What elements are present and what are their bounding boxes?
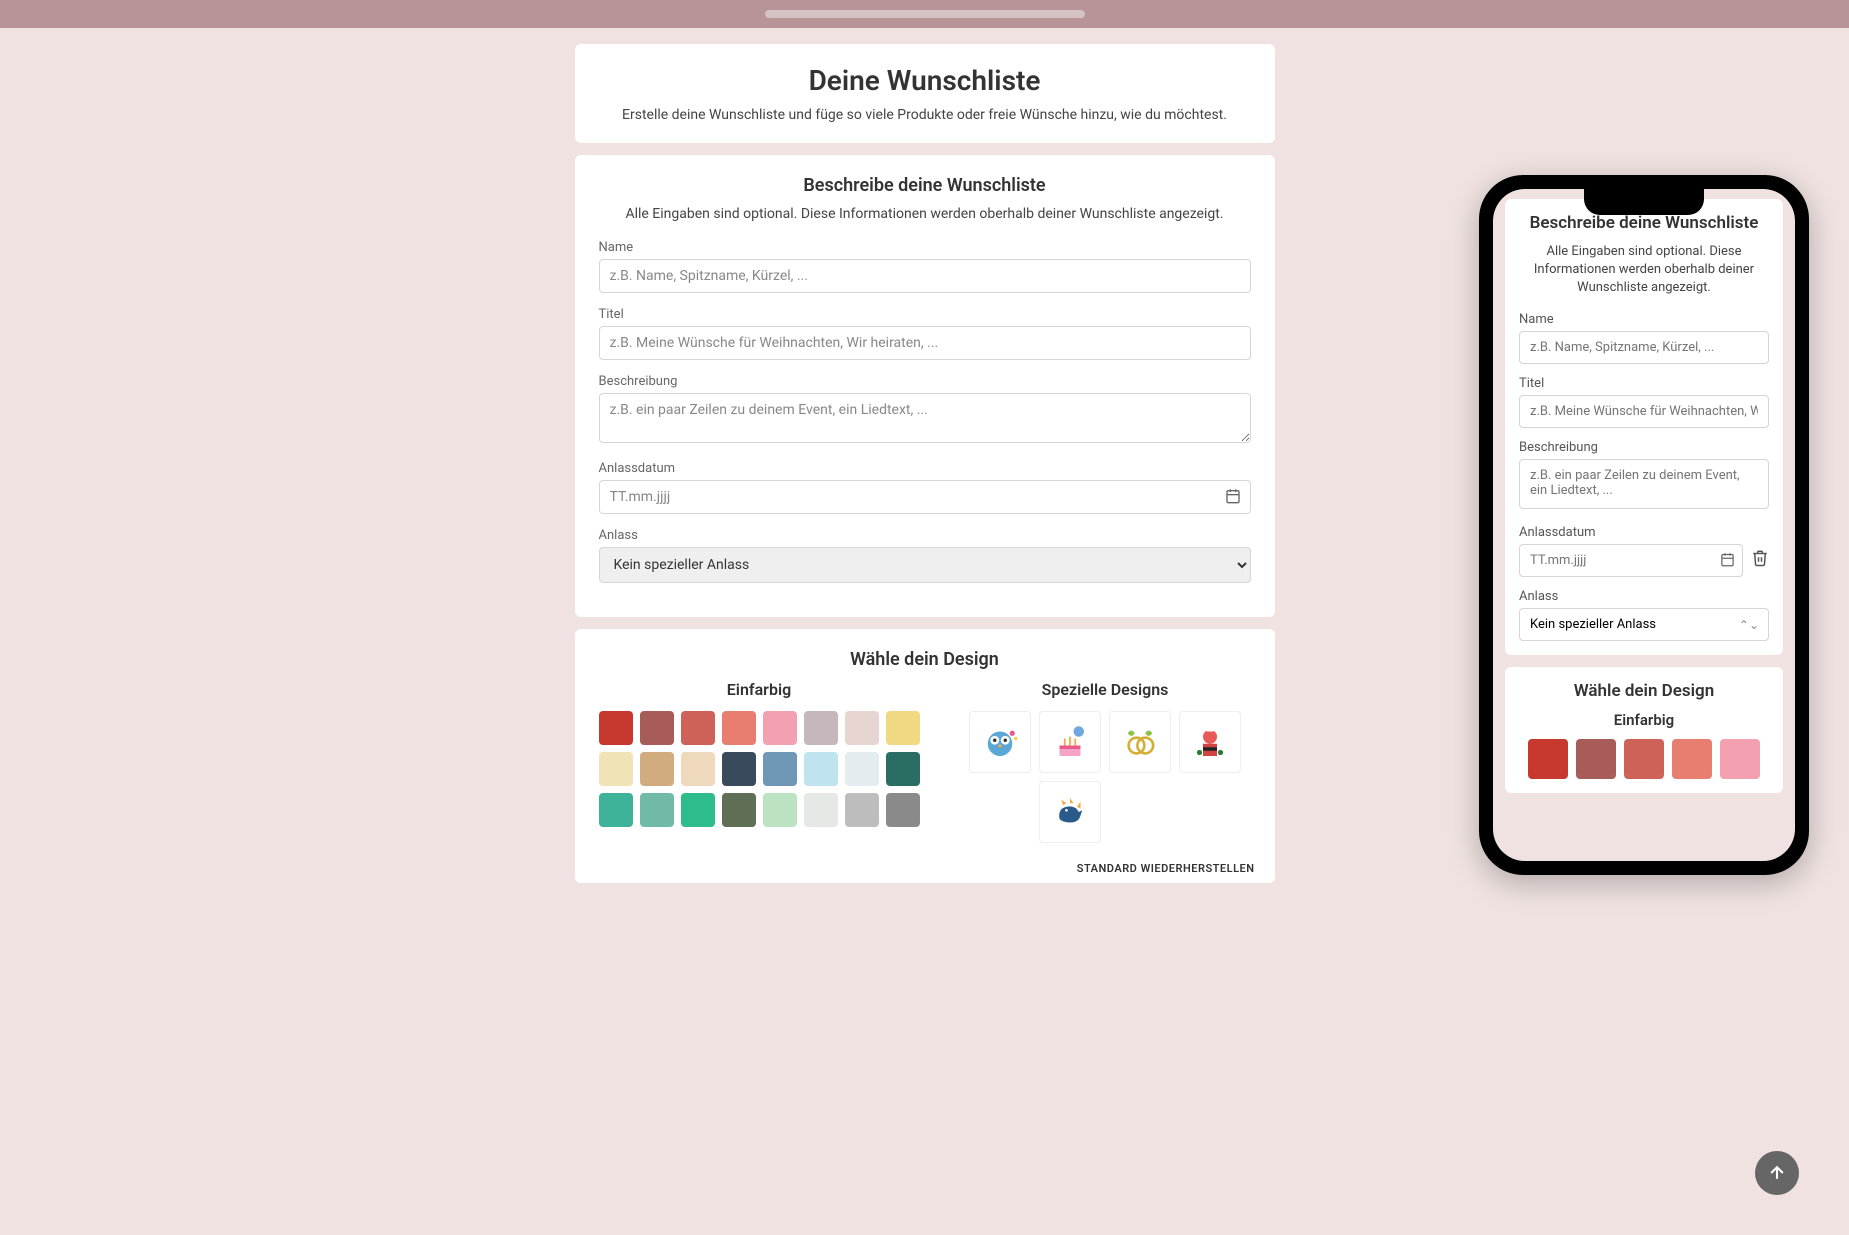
phone-color-swatch[interactable]	[1528, 739, 1568, 779]
phone-name-input[interactable]	[1519, 331, 1769, 364]
color-swatch[interactable]	[722, 793, 756, 827]
special-design-owl[interactable]	[969, 711, 1031, 773]
phone-form-title: Beschreibe deine Wunschliste	[1519, 213, 1769, 233]
phone-date-label: Anlassdatum	[1519, 525, 1769, 540]
color-swatch[interactable]	[599, 793, 633, 827]
color-swatch[interactable]	[886, 711, 920, 745]
desc-textarea[interactable]	[599, 393, 1251, 443]
phone-name-label: Name	[1519, 312, 1769, 327]
color-swatch[interactable]	[763, 793, 797, 827]
color-swatch[interactable]	[804, 752, 838, 786]
phone-anlass-select[interactable]	[1519, 608, 1769, 641]
phone-design-card: Wähle dein Design Einfarbig	[1505, 667, 1783, 793]
phone-desc-textarea[interactable]	[1519, 459, 1769, 509]
color-swatch[interactable]	[845, 793, 879, 827]
solid-label: Einfarbig	[599, 680, 920, 699]
titel-input[interactable]	[599, 326, 1251, 360]
top-bar-handle	[765, 10, 1085, 18]
color-swatch[interactable]	[763, 752, 797, 786]
phone-form-card: Beschreibe deine Wunschliste Alle Eingab…	[1505, 199, 1783, 655]
color-swatch[interactable]	[845, 711, 879, 745]
scroll-to-top-button[interactable]	[1755, 1151, 1799, 1195]
phone-clear-date-icon[interactable]	[1751, 549, 1769, 571]
titel-label: Titel	[599, 307, 1251, 322]
phone-design-title: Wähle dein Design	[1519, 681, 1769, 701]
name-label: Name	[599, 240, 1251, 255]
color-swatch[interactable]	[599, 711, 633, 745]
special-design-christmas[interactable]	[1179, 711, 1241, 773]
chevron-updown-icon: ⌃⌄	[1739, 618, 1759, 632]
form-subtitle: Alle Eingaben sind optional. Diese Infor…	[599, 206, 1251, 222]
design-title: Wähle dein Design	[599, 649, 1251, 670]
color-swatch[interactable]	[804, 711, 838, 745]
special-design-dinosaur[interactable]	[1039, 781, 1101, 843]
color-swatch[interactable]	[845, 752, 879, 786]
restore-default-button[interactable]: STANDARD WIEDERHERSTELLEN	[1077, 862, 1255, 875]
phone-color-swatch[interactable]	[1720, 739, 1760, 779]
special-design-wedding[interactable]	[1109, 711, 1171, 773]
phone-form-subtitle: Alle Eingaben sind optional. Diese Infor…	[1519, 243, 1769, 298]
page-subtitle: Erstelle deine Wunschliste und füge so v…	[599, 107, 1251, 123]
date-label: Anlassdatum	[599, 461, 1251, 476]
color-swatch[interactable]	[886, 752, 920, 786]
special-label: Spezielle Designs	[960, 680, 1251, 699]
phone-color-swatch[interactable]	[1672, 739, 1712, 779]
color-swatch[interactable]	[640, 752, 674, 786]
date-input[interactable]	[599, 480, 1251, 514]
phone-notch	[1584, 189, 1704, 215]
solid-colors-column: Einfarbig	[599, 680, 920, 843]
color-swatch[interactable]	[681, 711, 715, 745]
color-swatch[interactable]	[640, 793, 674, 827]
header-card: Deine Wunschliste Erstelle deine Wunschl…	[575, 44, 1275, 143]
phone-anlass-label: Anlass	[1519, 589, 1769, 604]
special-design-birthday[interactable]	[1039, 711, 1101, 773]
phone-mockup: Beschreibe deine Wunschliste Alle Eingab…	[1479, 175, 1809, 875]
name-input[interactable]	[599, 259, 1251, 293]
anlass-select[interactable]: Kein spezieller Anlass	[599, 547, 1251, 583]
color-swatch[interactable]	[681, 793, 715, 827]
phone-titel-input[interactable]	[1519, 395, 1769, 428]
desc-label: Beschreibung	[599, 374, 1251, 389]
phone-solid-label: Einfarbig	[1519, 711, 1769, 729]
color-swatch[interactable]	[722, 752, 756, 786]
phone-titel-label: Titel	[1519, 376, 1769, 391]
form-title: Beschreibe deine Wunschliste	[599, 175, 1251, 196]
phone-date-input[interactable]	[1519, 544, 1743, 577]
top-bar	[0, 0, 1849, 28]
phone-desc-label: Beschreibung	[1519, 440, 1769, 455]
phone-color-swatch[interactable]	[1624, 739, 1664, 779]
color-swatch[interactable]	[804, 793, 838, 827]
design-card: Wähle dein Design Einfarbig Spezielle De…	[575, 629, 1275, 883]
special-designs-column: Spezielle Designs	[960, 680, 1251, 843]
color-swatch[interactable]	[599, 752, 633, 786]
phone-screen: Beschreibe deine Wunschliste Alle Eingab…	[1493, 189, 1795, 861]
color-swatch[interactable]	[640, 711, 674, 745]
color-swatch[interactable]	[886, 793, 920, 827]
color-swatch[interactable]	[763, 711, 797, 745]
anlass-label: Anlass	[599, 528, 1251, 543]
form-card: Beschreibe deine Wunschliste Alle Eingab…	[575, 155, 1275, 617]
calendar-icon[interactable]	[1225, 488, 1241, 508]
phone-color-swatch[interactable]	[1576, 739, 1616, 779]
phone-calendar-icon[interactable]	[1720, 552, 1735, 571]
color-swatch[interactable]	[722, 711, 756, 745]
page-title: Deine Wunschliste	[599, 64, 1251, 97]
color-swatch[interactable]	[681, 752, 715, 786]
